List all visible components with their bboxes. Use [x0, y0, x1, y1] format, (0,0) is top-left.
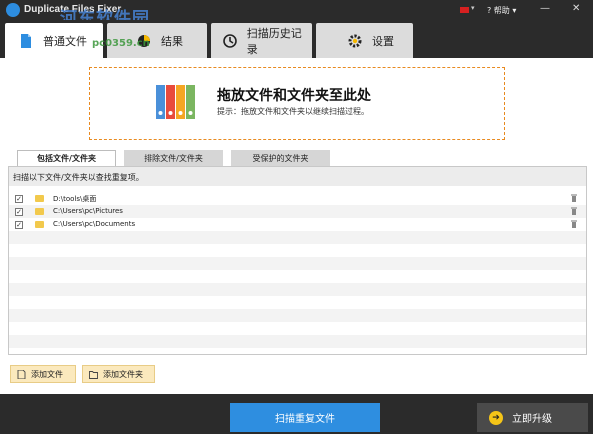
subtab-include[interactable]: 包括文件/文件夹 — [17, 150, 116, 166]
trash-icon[interactable] — [571, 194, 577, 202]
help-menu[interactable]: ? 帮助 ▾ — [487, 5, 516, 16]
empty-row — [9, 283, 586, 296]
empty-row — [9, 335, 586, 348]
subtab-protected[interactable]: 受保护的文件夹 — [231, 150, 330, 166]
upgrade-now-button[interactable]: ➔ 立即升级 — [477, 403, 588, 432]
add-folder-label: 添加文件夹 — [103, 369, 143, 379]
file-icon — [17, 369, 26, 379]
folder-checkbox[interactable]: ✓ — [15, 221, 23, 229]
folder-checkbox[interactable]: ✓ — [15, 208, 23, 216]
title-bar: Duplicate Files Fixer 河东软件园 ▾ ? 帮助 ▾ — ✕ — [0, 0, 593, 29]
gear-icon — [346, 32, 364, 50]
folder-icon — [89, 370, 98, 379]
folder-icon — [35, 195, 44, 202]
drop-zone-hint: 提示：拖放文件和文件夹以继续扫描过程。 — [217, 107, 369, 116]
tab-label: 普通文件 — [43, 34, 87, 48]
language-dropdown-icon[interactable]: ▾ — [471, 4, 475, 12]
file-icon — [17, 32, 35, 50]
language-flag-icon[interactable] — [460, 7, 469, 13]
folder-row[interactable]: ✓ C:\Users\pc\Pictures — [9, 205, 586, 218]
folder-path: C:\Users\pc\Pictures — [53, 207, 123, 215]
add-file-button[interactable]: 添加文件 — [10, 365, 76, 383]
minimize-button[interactable]: — — [540, 3, 550, 14]
folder-path: C:\Users\pc\Documents — [53, 220, 136, 228]
arrow-right-icon: ➔ — [489, 410, 503, 425]
add-file-label: 添加文件 — [31, 369, 63, 379]
empty-row — [9, 231, 586, 244]
trash-icon[interactable] — [571, 220, 577, 228]
empty-row — [9, 270, 586, 283]
folder-path: D:\tools\桌面 — [53, 195, 97, 203]
drop-zone[interactable]: 拖放文件和文件夹至此处 提示：拖放文件和文件夹以继续扫描过程。 — [89, 67, 505, 140]
tab-scan-history[interactable]: 扫描历史记录 — [211, 23, 312, 58]
question-circle-icon: ? — [487, 6, 492, 15]
tab-settings[interactable]: 设置 — [316, 23, 413, 58]
binders-icon — [156, 85, 195, 119]
help-label: 帮助 — [493, 6, 510, 15]
folder-list-panel: 扫描以下文件/文件夹以查找重复项。 ✓ D:\tools\桌面 ✓ C:\Use… — [8, 166, 587, 355]
tab-label: 设置 — [372, 34, 394, 48]
drop-zone-title: 拖放文件和文件夹至此处 — [217, 88, 371, 104]
add-folder-button[interactable]: 添加文件夹 — [82, 365, 155, 383]
empty-row — [9, 296, 586, 309]
scan-duplicates-button[interactable]: 扫描重复文件 — [230, 403, 380, 432]
main-tab-bar: 普通文件 结果 扫描历史记录 设置 — [0, 20, 593, 58]
tab-label: 扫描历史记录 — [246, 26, 302, 56]
tab-normal-files[interactable]: 普通文件 — [5, 23, 103, 58]
app-logo-icon — [6, 3, 20, 17]
empty-row — [9, 309, 586, 322]
trash-icon[interactable] — [571, 207, 577, 215]
folder-list-header: 扫描以下文件/文件夹以查找重复项。 — [9, 167, 586, 186]
folder-row[interactable]: ✓ D:\tools\桌面 — [9, 192, 586, 205]
history-icon — [221, 32, 239, 50]
folder-icon — [35, 208, 44, 215]
empty-row — [9, 322, 586, 335]
upgrade-label: 立即升级 — [512, 414, 552, 425]
tab-label: 结果 — [161, 34, 183, 48]
folder-icon — [35, 221, 44, 228]
close-button[interactable]: ✕ — [572, 3, 580, 14]
empty-row — [9, 244, 586, 257]
help-dropdown-icon: ▾ — [512, 6, 517, 15]
folder-row[interactable]: ✓ C:\Users\pc\Documents — [9, 218, 586, 231]
watermark-url: pc0359.cn — [92, 38, 150, 49]
empty-row — [9, 257, 586, 270]
subtab-exclude[interactable]: 排除文件/文件夹 — [124, 150, 223, 166]
folder-checkbox[interactable]: ✓ — [15, 195, 23, 203]
